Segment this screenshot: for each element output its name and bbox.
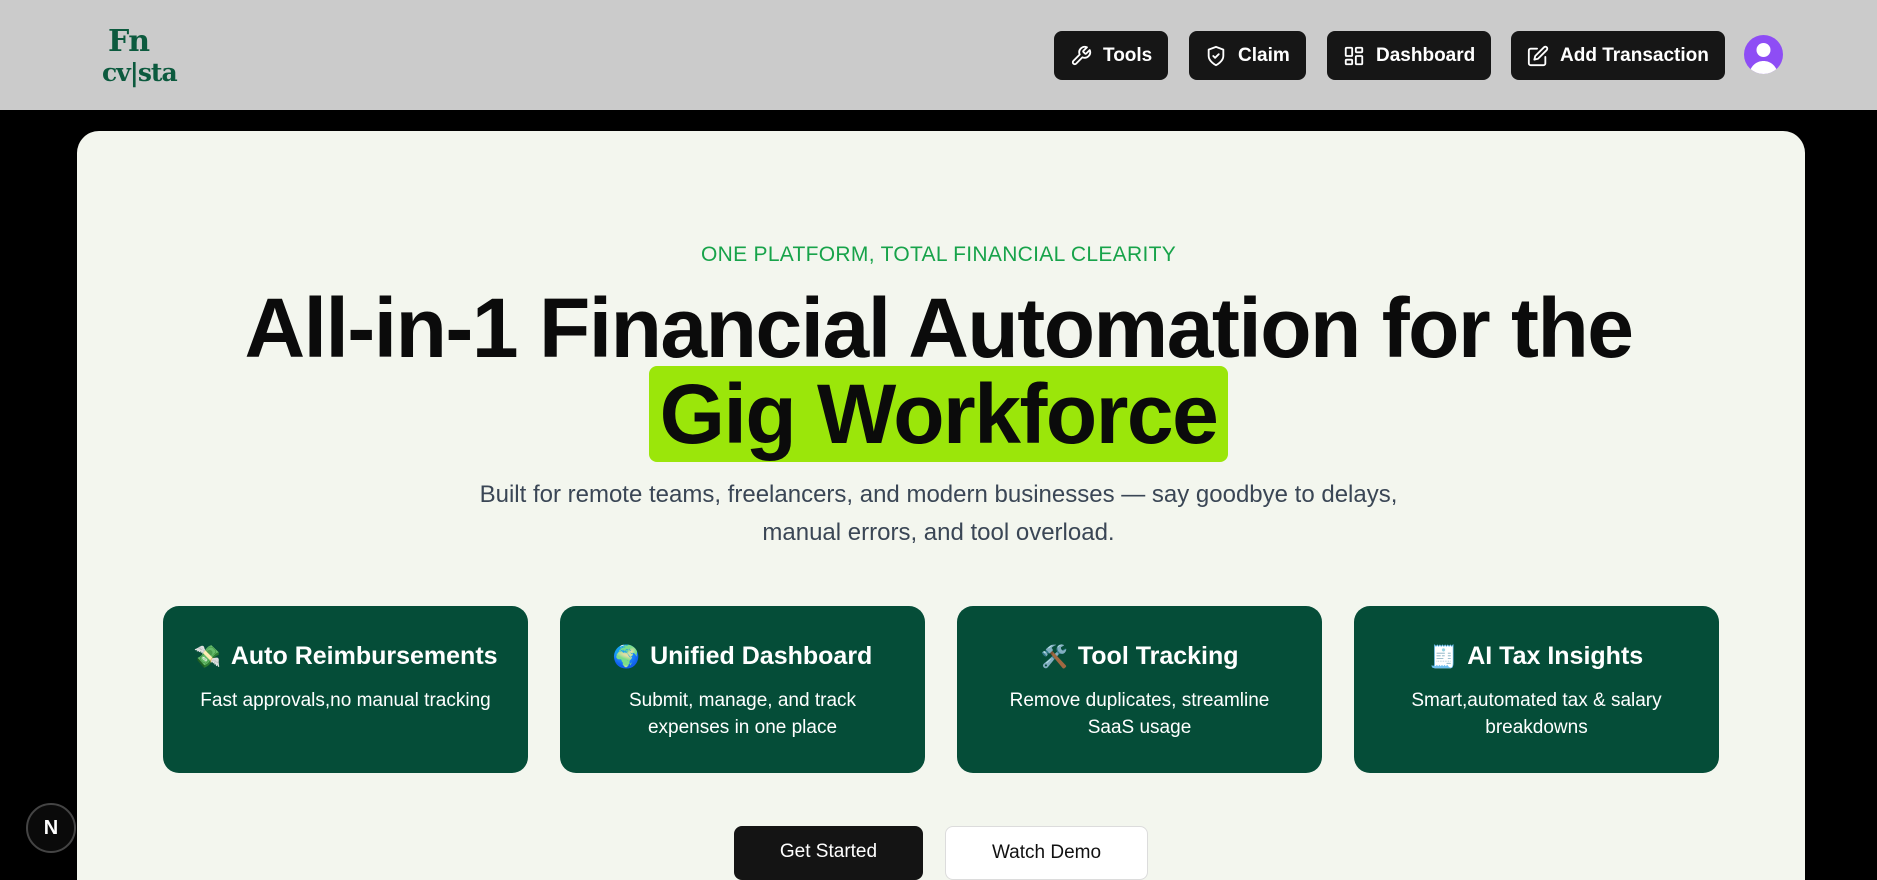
top-navbar: Fn cv|sta Tools Claim Dashboard Add Tran… (0, 0, 1877, 110)
get-started-button[interactable]: Get Started (734, 826, 923, 880)
nav-dashboard-button[interactable]: Dashboard (1327, 31, 1492, 80)
feature-title: Unified Dashboard (650, 642, 873, 670)
fincvista-logo[interactable]: Fn cv|sta (102, 24, 194, 88)
feature-title: AI Tax Insights (1467, 642, 1644, 670)
wrench-icon (1071, 45, 1092, 65)
feature-description: Fast approvals,no manual tracking (200, 690, 491, 711)
feature-description: Smart,automated tax & salary breakdowns (1411, 690, 1662, 738)
feature-card-unified-dashboard: 🌍 Unified Dashboard Submit, manage, and … (560, 606, 925, 773)
edit-square-icon (1527, 45, 1549, 66)
nav-claim-label: Claim (1238, 44, 1290, 66)
feature-card-auto-reimbursements: 💸 Auto Reimbursements Fast approvals,no … (163, 606, 528, 773)
nav-tools-button[interactable]: Tools (1054, 31, 1169, 80)
feature-title: Tool Tracking (1077, 642, 1239, 670)
hero-headline: All-in-1 Financial Automation for the (244, 281, 1634, 375)
feature-title: Auto Reimbursements (230, 642, 498, 670)
hero-subtitle-line-2: manual errors, and tool overload. (762, 519, 1115, 546)
nav-add-transaction-label: Add Transaction (1560, 44, 1709, 66)
money-wings-icon: 💸 (193, 643, 221, 669)
feature-description: Remove duplicates, streamline SaaS usage (1009, 690, 1270, 738)
nextjs-dev-indicator-icon[interactable]: N (26, 803, 76, 853)
watch-demo-button[interactable]: Watch Demo (945, 826, 1148, 880)
receipt-icon: 🧾 (1429, 643, 1458, 669)
hero-eyebrow: ONE PLATFORM, TOTAL FINANCIAL CLEARITY (700, 243, 1177, 266)
logo-text-top: Fn (108, 24, 150, 59)
nav-dashboard-label: Dashboard (1376, 44, 1476, 66)
hero-headline-highlight: Gig Workforce (648, 366, 1229, 462)
feature-card-ai-tax-insights: 🧾 AI Tax Insights Smart,automated tax & … (1354, 606, 1719, 773)
feature-description: Submit, manage, and track expenses in on… (628, 690, 857, 738)
nav-tools-label: Tools (1103, 44, 1153, 66)
globe-icon: 🌍 (612, 643, 641, 669)
dashboard-grid-icon (1344, 46, 1364, 65)
user-avatar-icon[interactable] (1744, 35, 1783, 74)
feature-card-tool-tracking: 🛠️ Tool Tracking Remove duplicates, stre… (957, 606, 1322, 773)
nav-claim-button[interactable]: Claim (1189, 31, 1306, 80)
logo-text-bottom: cv|sta (102, 58, 178, 87)
shield-check-icon (1207, 45, 1225, 66)
tools-icon: 🛠️ (1040, 643, 1068, 669)
hero-subtitle-line-1: Built for remote teams, freelancers, and… (479, 481, 1398, 508)
nav-add-transaction-button[interactable]: Add Transaction (1511, 31, 1725, 80)
user-silhouette-icon (1749, 43, 1778, 74)
hero-subtitle: Built for remote teams, freelancers, and… (0, 476, 1877, 552)
